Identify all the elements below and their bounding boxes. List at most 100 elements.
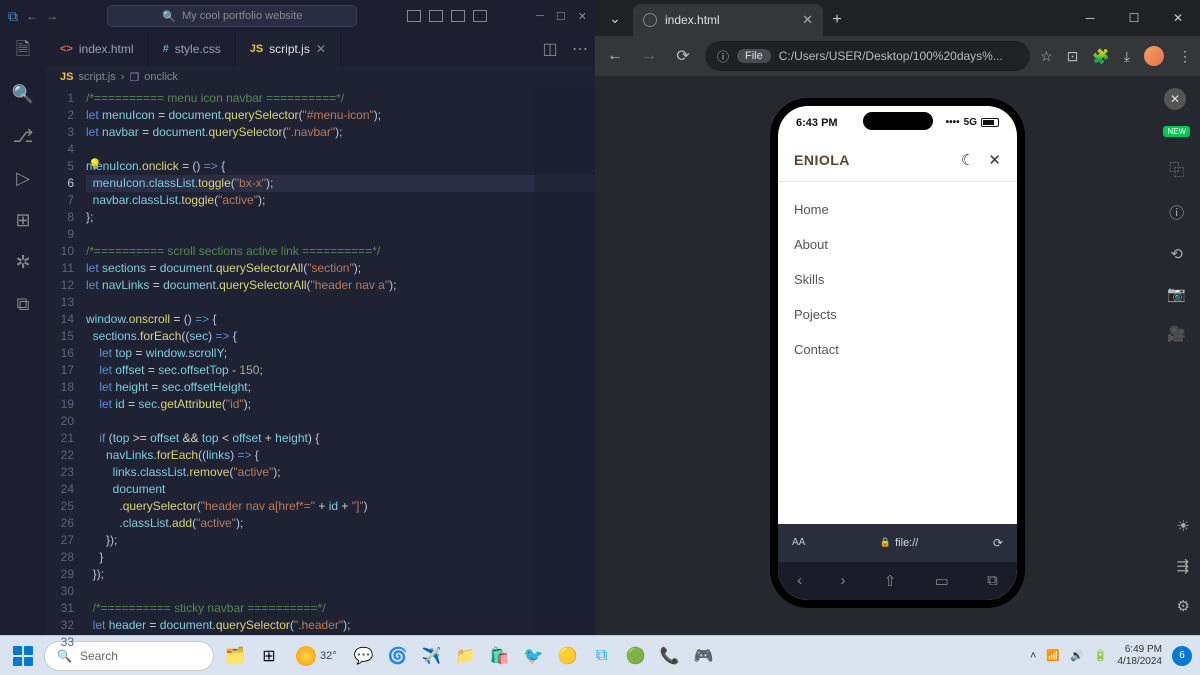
pinned-apps: 💬 🌀 ✈️ 📁 🛍️ 🐦 🟡 ⧉ 🟢 📞 🎮 bbox=[349, 641, 719, 671]
breadcrumb[interactable]: JSscript.js › ❒onclick bbox=[46, 66, 595, 88]
command-center-text: My cool portfolio website bbox=[182, 10, 302, 22]
layout-controls[interactable] bbox=[407, 10, 487, 22]
back-icon[interactable]: ‹ bbox=[797, 572, 802, 589]
dark-mode-icon[interactable]: ☾ bbox=[961, 151, 974, 169]
reload-icon[interactable]: ⟳ bbox=[993, 536, 1003, 550]
app-icon[interactable]: 🎮 bbox=[689, 641, 719, 671]
tab-label: style.css bbox=[175, 42, 221, 56]
tab-index-html[interactable]: <>index.html bbox=[46, 32, 149, 66]
nav-forward-icon[interactable]: → bbox=[46, 9, 58, 23]
vscode-icon[interactable]: ⧉ bbox=[587, 641, 617, 671]
tab-close-icon[interactable]: ✕ bbox=[316, 42, 326, 56]
nav-back-icon[interactable]: ← bbox=[26, 9, 38, 23]
notification-badge[interactable]: 6 bbox=[1172, 646, 1192, 666]
tab-close-icon[interactable]: ✕ bbox=[802, 12, 813, 28]
menu-close-icon[interactable]: ✕ bbox=[988, 151, 1001, 169]
devtools-close-icon[interactable]: ✕ bbox=[1164, 88, 1186, 110]
teams-icon[interactable]: 💬 bbox=[349, 641, 379, 671]
browser-tab[interactable]: ◌ index.html ✕ bbox=[633, 4, 823, 36]
nav-item-skills[interactable]: Skills bbox=[794, 262, 1001, 297]
reload-icon[interactable]: ⟳ bbox=[671, 46, 695, 66]
refresh-icon[interactable]: ⟲ bbox=[1170, 245, 1183, 263]
omnibox[interactable]: ⓘ File C:/Users/USER/Desktop/100%20days%… bbox=[705, 41, 1030, 71]
maximize-icon[interactable]: ☐ bbox=[556, 10, 566, 23]
tab-label: script.js bbox=[269, 42, 310, 56]
search-icon[interactable]: 🔍 bbox=[11, 82, 35, 106]
telegram-icon[interactable]: ✈️ bbox=[417, 641, 447, 671]
bookmarks-icon[interactable]: ▭ bbox=[935, 572, 949, 590]
tabs-icon[interactable]: ⧉ bbox=[987, 572, 998, 589]
chevron-up-icon[interactable]: ˄ bbox=[1030, 650, 1036, 662]
volume-icon[interactable]: 🔊 bbox=[1070, 649, 1084, 662]
explorer-icon[interactable]: 🗎 bbox=[11, 40, 35, 64]
minimize-icon[interactable]: ─ bbox=[1068, 0, 1112, 36]
code-editor[interactable]: 💡 12345678910111213141516171819202122232… bbox=[46, 88, 595, 635]
maximize-icon[interactable]: ☐ bbox=[1112, 0, 1156, 36]
info-icon[interactable]: ⓘ bbox=[1169, 202, 1184, 223]
close-icon[interactable]: ✕ bbox=[578, 10, 587, 23]
copilot-icon[interactable]: ✲ bbox=[11, 250, 35, 274]
forward-icon[interactable]: › bbox=[840, 572, 845, 589]
settings-icon[interactable]: ⚙ bbox=[1177, 597, 1190, 615]
clock[interactable]: 6:49 PM 4/18/2024 bbox=[1118, 644, 1163, 668]
back-icon[interactable]: ← bbox=[603, 47, 627, 65]
lightbulb-icon[interactable]: 💡 bbox=[88, 158, 102, 171]
extensions-icon[interactable]: 🧩 bbox=[1092, 48, 1109, 65]
browser-tabstrip: ⌄ ◌ index.html ✕ + ─ ☐ ✕ bbox=[595, 0, 1200, 36]
profile-avatar[interactable] bbox=[1144, 46, 1164, 66]
tab-label: index.html bbox=[79, 42, 134, 56]
omnibox-path: C:/Users/USER/Desktop/100%20days%... bbox=[779, 49, 1003, 63]
tab-title: index.html bbox=[665, 13, 720, 27]
share-icon[interactable]: ⇧ bbox=[884, 572, 897, 590]
twitter-icon[interactable]: 🐦 bbox=[519, 641, 549, 671]
menu-icon[interactable]: ⋮ bbox=[1178, 48, 1192, 65]
reader-icon[interactable]: AA bbox=[792, 537, 805, 548]
safari-url-bar[interactable]: AA 🔒file:// ⟳ bbox=[778, 524, 1017, 562]
forward-icon[interactable]: → bbox=[637, 47, 661, 65]
start-button[interactable] bbox=[8, 641, 38, 671]
brightness-icon[interactable]: ☀ bbox=[1177, 517, 1190, 535]
sun-icon bbox=[296, 646, 316, 666]
tab-style-css[interactable]: #style.css bbox=[149, 32, 236, 66]
source-control-icon[interactable]: ⎇ bbox=[11, 124, 35, 148]
weather-widget[interactable]: 32° bbox=[296, 646, 337, 666]
chrome-icon[interactable]: 🟡 bbox=[553, 641, 583, 671]
run-debug-icon[interactable]: ▷ bbox=[11, 166, 35, 190]
install-icon[interactable]: ⊡ bbox=[1067, 48, 1079, 65]
close-icon[interactable]: ✕ bbox=[1156, 0, 1200, 36]
camera-icon[interactable]: 📷 bbox=[1167, 285, 1186, 303]
task-view-icon[interactable]: ⊞ bbox=[254, 641, 284, 671]
split-editor-icon[interactable]: ◫ bbox=[535, 32, 565, 66]
devices-icon[interactable]: ⿻ bbox=[1169, 159, 1184, 180]
breadcrumb-symbol: onclick bbox=[144, 71, 178, 83]
edge-icon[interactable]: 🌀 bbox=[383, 641, 413, 671]
activity-bar: 🗎 🔍 ⎇ ▷ ⊞ ✲ ⧉ bbox=[0, 32, 46, 635]
nav-item-pojects[interactable]: Pojects bbox=[794, 297, 1001, 332]
tab-search-icon[interactable]: ⌄ bbox=[601, 4, 629, 32]
more-actions-icon[interactable]: ⋯ bbox=[565, 32, 595, 66]
nav-item-about[interactable]: About bbox=[794, 227, 1001, 262]
command-center[interactable]: 🔍 My cool portfolio website bbox=[107, 5, 357, 27]
spotify-icon[interactable]: 🟢 bbox=[621, 641, 651, 671]
editor-tabs: <>index.html #style.css JSscript.js✕ ◫ ⋯ bbox=[46, 32, 595, 66]
share-icon[interactable]: ⇶ bbox=[1177, 557, 1190, 575]
downloads-icon[interactable]: ⤓ bbox=[1124, 48, 1130, 65]
store-icon[interactable]: 🛍️ bbox=[485, 641, 515, 671]
minimize-icon[interactable]: ─ bbox=[536, 10, 544, 23]
site-info-icon[interactable]: ⓘ bbox=[717, 48, 729, 65]
remote-icon[interactable]: ⧉ bbox=[11, 292, 35, 316]
wifi-icon[interactable]: 📶 bbox=[1046, 649, 1060, 662]
widgets-icon[interactable]: 🗂️ bbox=[220, 641, 250, 671]
bookmark-icon[interactable]: ☆ bbox=[1040, 48, 1053, 65]
tab-script-js[interactable]: JSscript.js✕ bbox=[236, 32, 341, 66]
minimap[interactable] bbox=[535, 88, 595, 635]
site-logo[interactable]: ENIOLA bbox=[794, 152, 850, 168]
whatsapp-icon[interactable]: 📞 bbox=[655, 641, 685, 671]
new-tab-button[interactable]: + bbox=[823, 4, 851, 36]
nav-item-contact[interactable]: Contact bbox=[794, 332, 1001, 367]
extensions-icon[interactable]: ⊞ bbox=[11, 208, 35, 232]
record-icon[interactable]: 🎥 bbox=[1167, 325, 1186, 343]
nav-item-home[interactable]: Home bbox=[794, 192, 1001, 227]
explorer-icon[interactable]: 📁 bbox=[451, 641, 481, 671]
battery-icon[interactable]: 🔋 bbox=[1094, 649, 1108, 662]
